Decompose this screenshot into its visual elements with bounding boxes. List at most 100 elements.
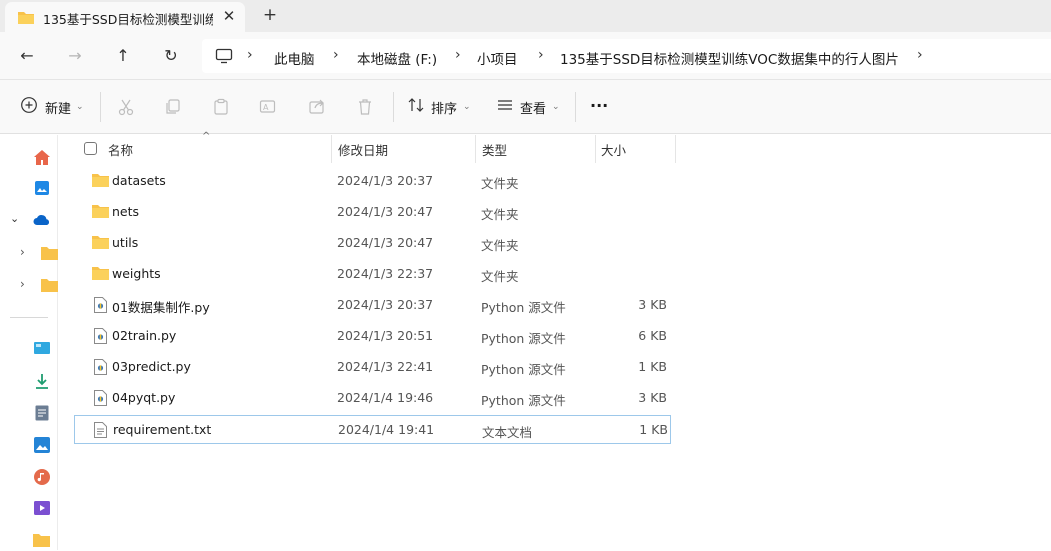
column-divider[interactable] — [475, 135, 476, 163]
python-file-icon — [94, 359, 107, 379]
column-header-type[interactable]: 类型 — [482, 135, 507, 163]
column-header-name[interactable]: 名称 — [108, 135, 133, 163]
breadcrumb-this-pc[interactable]: 此电脑 — [274, 48, 315, 68]
expand-chevron-icon[interactable]: › — [20, 245, 25, 259]
expand-chevron-icon[interactable]: › — [20, 277, 25, 291]
chevron-down-icon: ⌄ — [463, 102, 471, 112]
onedrive-icon[interactable] — [33, 214, 51, 230]
home-icon[interactable] — [33, 149, 51, 170]
column-divider[interactable] — [595, 135, 596, 163]
divider — [100, 92, 101, 122]
breadcrumb-chevron-icon[interactable]: › — [333, 47, 339, 63]
file-size: 6 KB — [638, 328, 667, 343]
breadcrumb-current[interactable]: 135基于SSD目标检测模型训练VOC数据集中的行人图片 — [560, 48, 899, 68]
new-button[interactable]: 新建 ⌄ — [20, 95, 84, 119]
new-tab-button[interactable]: + — [259, 4, 281, 26]
sort-label: 排序 — [431, 101, 458, 117]
column-divider[interactable] — [675, 135, 676, 163]
file-date: 2024/1/3 22:37 — [337, 266, 434, 281]
up-button[interactable]: ↑ — [111, 44, 135, 68]
breadcrumb-folder[interactable]: 小项目 — [477, 48, 518, 68]
folder-icon[interactable] — [33, 533, 50, 551]
file-row[interactable]: 02train.py 2024/1/3 20:51 Python 源文件 6 K… — [74, 321, 671, 350]
documents-icon[interactable] — [35, 405, 49, 425]
file-type: 文本文档 — [482, 425, 533, 440]
folder-icon — [17, 10, 35, 29]
breadcrumb-chevron-icon[interactable]: › — [455, 47, 461, 63]
file-name: 03predict.py — [112, 359, 191, 374]
breadcrumb-drive[interactable]: 本地磁盘 (F:) — [357, 48, 437, 68]
expand-chevron-icon[interactable]: ⌄ — [10, 212, 19, 225]
view-button[interactable]: 查看 ⌄ — [496, 95, 560, 119]
downloads-icon[interactable] — [35, 373, 49, 393]
view-label: 查看 — [520, 101, 547, 117]
more-options-icon[interactable]: ··· — [590, 93, 608, 117]
folder-icon[interactable] — [41, 278, 58, 296]
file-date: 2024/1/3 20:37 — [337, 173, 434, 188]
file-name: utils — [112, 235, 139, 250]
file-date: 2024/1/3 20:51 — [337, 328, 434, 343]
file-row[interactable]: utils 2024/1/3 20:47 文件夹 — [74, 228, 671, 257]
column-header-size[interactable]: 大小 — [601, 135, 626, 163]
close-tab-icon[interactable]: ✕ — [219, 6, 239, 26]
delete-icon[interactable] — [355, 97, 375, 117]
back-button[interactable]: ← — [15, 44, 39, 68]
file-row[interactable]: 01数据集制作.py 2024/1/3 20:37 Python 源文件 3 K… — [74, 290, 671, 319]
file-date: 2024/1/3 20:37 — [337, 297, 434, 312]
folder-icon — [92, 173, 109, 191]
file-list: ^ 名称 修改日期 类型 大小 datasets 2024/1/3 20:37 … — [58, 131, 1051, 550]
tab-current[interactable]: 135基于SSD目标检测模型训练\ ✕ — [5, 2, 245, 32]
text-file-icon — [94, 422, 107, 442]
column-header-date[interactable]: 修改日期 — [338, 135, 388, 163]
file-size: 3 KB — [638, 297, 667, 312]
share-icon[interactable] — [307, 97, 327, 117]
sort-icon — [407, 96, 425, 118]
breadcrumb-chevron-icon[interactable]: › — [247, 47, 253, 63]
cut-icon[interactable] — [116, 97, 136, 117]
file-name: nets — [112, 204, 140, 219]
divider — [393, 92, 394, 122]
file-name: datasets — [112, 173, 166, 188]
file-row[interactable]: nets 2024/1/3 20:47 文件夹 — [74, 197, 671, 226]
copy-icon[interactable] — [163, 97, 183, 117]
paste-icon[interactable] — [211, 97, 231, 117]
file-name: weights — [112, 266, 161, 281]
desktop-icon[interactable] — [34, 342, 50, 360]
file-row[interactable]: 04pyqt.py 2024/1/4 19:46 Python 源文件 3 KB — [74, 383, 671, 412]
tab-title: 135基于SSD目标检测模型训练\ — [43, 12, 213, 27]
folder-icon — [92, 235, 109, 253]
file-row[interactable]: weights 2024/1/3 22:37 文件夹 — [74, 259, 671, 288]
forward-button[interactable]: → — [63, 44, 87, 68]
chevron-down-icon: ⌄ — [76, 102, 84, 112]
file-type: Python 源文件 — [481, 300, 566, 315]
rename-icon[interactable]: A — [258, 97, 278, 117]
file-size: 1 KB — [639, 422, 668, 437]
column-divider[interactable] — [331, 135, 332, 163]
file-name: 02train.py — [112, 328, 177, 343]
file-row[interactable]: datasets 2024/1/3 20:37 文件夹 — [74, 166, 671, 195]
file-row[interactable]: 03predict.py 2024/1/3 22:41 Python 源文件 1… — [74, 352, 671, 381]
gallery-icon[interactable] — [34, 180, 50, 200]
file-row-selected[interactable]: requirement.txt 2024/1/4 19:41 文本文档 1 KB — [74, 415, 671, 444]
folder-icon[interactable] — [41, 246, 58, 264]
address-bar[interactable]: › 此电脑 › 本地磁盘 (F:) › 小项目 › 135基于SSD目标检测模型… — [202, 39, 1051, 73]
breadcrumb-chevron-icon[interactable]: › — [538, 47, 544, 63]
pictures-icon[interactable] — [34, 437, 50, 457]
file-type: 文件夹 — [481, 238, 519, 253]
sort-button[interactable]: 排序 ⌄ — [407, 95, 471, 119]
tab-bar: 135基于SSD目标检测模型训练\ ✕ + — [0, 0, 1051, 32]
navigation-bar: ← → ↑ ↻ › 此电脑 › 本地磁盘 (F:) › 小项目 › 135基于S… — [0, 32, 1051, 80]
file-type: Python 源文件 — [481, 393, 566, 408]
music-icon[interactable] — [34, 469, 50, 489]
new-label: 新建 — [45, 101, 72, 117]
file-type: Python 源文件 — [481, 362, 566, 377]
folder-icon — [92, 266, 109, 284]
file-date: 2024/1/3 20:47 — [337, 204, 434, 219]
breadcrumb-chevron-icon[interactable]: › — [917, 47, 923, 63]
refresh-button[interactable]: ↻ — [159, 44, 183, 68]
divider — [575, 92, 576, 122]
file-date: 2024/1/4 19:46 — [337, 390, 434, 405]
select-all-checkbox[interactable] — [84, 142, 97, 155]
python-file-icon — [94, 297, 107, 317]
videos-icon[interactable] — [34, 501, 50, 519]
